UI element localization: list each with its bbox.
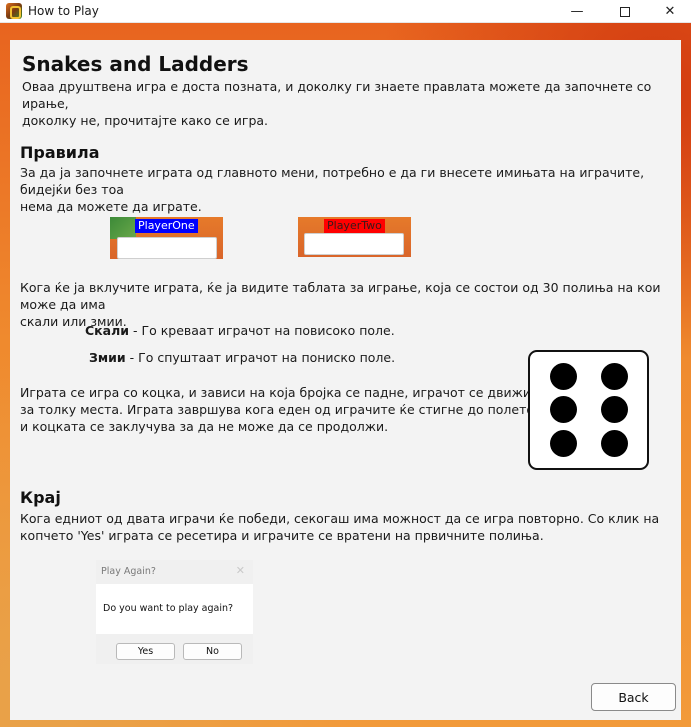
dice-pip xyxy=(601,363,628,390)
dice-six-image xyxy=(528,350,649,470)
player-one-screenshot: PlayerOne xyxy=(110,217,223,259)
snakes-description: - Го спуштаат играчот на пониско поле. xyxy=(125,350,396,365)
snakes-term: Змии xyxy=(89,350,126,365)
player-one-name-field xyxy=(117,237,217,259)
dice-pip xyxy=(550,363,577,390)
intro-line-2: доколку не, прочитајте како се игра. xyxy=(22,113,269,128)
maximize-button[interactable] xyxy=(602,0,648,23)
dialog-body: Do you want to play again? xyxy=(96,584,253,634)
rules-paragraph-3: Играта се игра со коцка, и зависи на кој… xyxy=(20,384,558,435)
dice-pip xyxy=(601,430,628,457)
end-line-1: Кога едниот од двата играчи ќе победи, с… xyxy=(20,511,660,526)
window-title: How to Play xyxy=(28,4,99,18)
player-two-screenshot: PlayerTwo xyxy=(298,217,411,257)
page-title: Snakes and Ladders xyxy=(22,52,249,76)
rules-p3-line-2: за толку места. Играта завршува кога еде… xyxy=(20,402,558,417)
rules-p3-line-3: и коцката се заклучува за да не може да … xyxy=(20,419,389,434)
ladders-description: - Го креваат играчот на повисоко поле. xyxy=(129,323,395,338)
board-corner xyxy=(110,217,136,239)
maximize-icon xyxy=(620,6,630,17)
minimize-icon: — xyxy=(570,4,584,19)
close-icon: ✕ xyxy=(664,4,676,19)
rules-heading: Правила xyxy=(20,143,100,162)
rules-p1-line-2: нема да можете да играте. xyxy=(20,199,202,214)
snakes-ladders-app-icon xyxy=(6,3,22,19)
ladders-term: Скали xyxy=(85,323,130,338)
dialog-close-icon: ✕ xyxy=(235,564,245,577)
intro-text: Оваа друштвена игра е доста позната, и д… xyxy=(22,78,691,129)
minimize-button[interactable]: — xyxy=(554,0,600,23)
dialog-no-button: No xyxy=(183,643,242,660)
end-line-2: копчето 'Yes' играта се ресетира и играч… xyxy=(20,528,544,543)
rules-p2-line-1: Кога ќе ја вклучите играта, ќе ја видите… xyxy=(20,280,661,312)
back-button[interactable]: Back xyxy=(591,683,676,711)
snakes-rule: Змии - Го спуштаат играчот на пониско по… xyxy=(89,350,395,365)
dialog-yes-button: Yes xyxy=(116,643,175,660)
play-again-dialog-screenshot: Play Again? ✕ Do you want to play again?… xyxy=(96,560,253,664)
dice-pip xyxy=(601,396,628,423)
player-one-label: PlayerOne xyxy=(135,219,198,233)
player-two-label: PlayerTwo xyxy=(324,219,385,233)
intro-line-1: Оваа друштвена игра е доста позната, и д… xyxy=(22,79,652,111)
dice-pip xyxy=(550,396,577,423)
dialog-question: Do you want to play again? xyxy=(103,603,234,614)
title-bar: How to Play — ✕ xyxy=(0,0,691,23)
rules-p3-line-1: Играта се игра со коцка, и зависи на кој… xyxy=(20,385,531,400)
dice-pip xyxy=(550,430,577,457)
ladders-rule: Скали - Го креваат играчот на повисоко п… xyxy=(85,323,395,338)
player-two-name-field xyxy=(304,233,404,255)
end-heading: Крај xyxy=(20,488,61,507)
rules-paragraph-1: За да ја започнете играта од главното ме… xyxy=(20,164,691,215)
rules-p1-line-1: За да ја започнете играта од главното ме… xyxy=(20,165,645,197)
close-button[interactable]: ✕ xyxy=(647,0,691,23)
dialog-title: Play Again? xyxy=(101,566,156,577)
end-paragraph: Кога едниот од двата играчи ќе победи, с… xyxy=(20,510,659,544)
